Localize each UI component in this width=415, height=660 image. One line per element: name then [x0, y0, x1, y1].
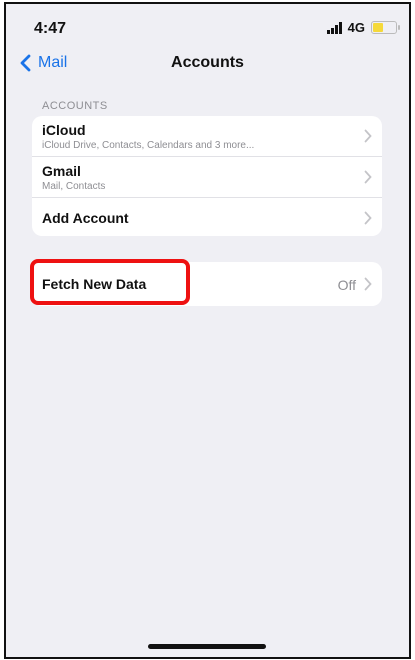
account-title: iCloud	[42, 122, 86, 138]
add-account-label: Add Account	[42, 210, 129, 226]
account-subtitle: iCloud Drive, Contacts, Calendars and 3 …	[42, 140, 255, 151]
status-indicators: 4G	[326, 20, 400, 35]
fetch-new-data-row[interactable]: Fetch New Data Off	[32, 262, 382, 306]
network-type: 4G	[347, 20, 365, 35]
chevron-right-icon	[364, 129, 372, 143]
accounts-list: iCloud iCloud Drive, Contacts, Calendars…	[32, 116, 382, 236]
account-subtitle: Mail, Contacts	[42, 181, 106, 192]
fetch-settings: Fetch New Data Off	[32, 262, 382, 306]
chevron-right-icon	[364, 170, 372, 184]
signal-bars-icon	[326, 21, 342, 34]
fetch-new-data-label: Fetch New Data	[42, 276, 147, 292]
section-header-accounts: ACCOUNTS	[42, 100, 108, 112]
fetch-new-data-value: Off	[337, 277, 356, 293]
account-title: Gmail	[42, 163, 81, 179]
account-row-icloud[interactable]: iCloud iCloud Drive, Contacts, Calendars…	[32, 116, 382, 157]
add-account-row[interactable]: Add Account	[32, 198, 382, 236]
status-bar: 4:47 4G	[6, 4, 409, 44]
chevron-right-icon	[364, 211, 372, 225]
page-title: Accounts	[171, 54, 244, 71]
account-row-gmail[interactable]: Gmail Mail, Contacts	[32, 157, 382, 198]
chevron-right-icon	[364, 277, 372, 291]
battery-icon	[371, 21, 400, 34]
navigation-bar: Mail Accounts	[6, 48, 409, 82]
home-indicator[interactable]	[148, 644, 266, 649]
phone-screen: 4:47 4G Mail Accounts ACCOUNTS iCloud iC…	[4, 2, 411, 659]
status-time: 4:47	[34, 20, 67, 37]
